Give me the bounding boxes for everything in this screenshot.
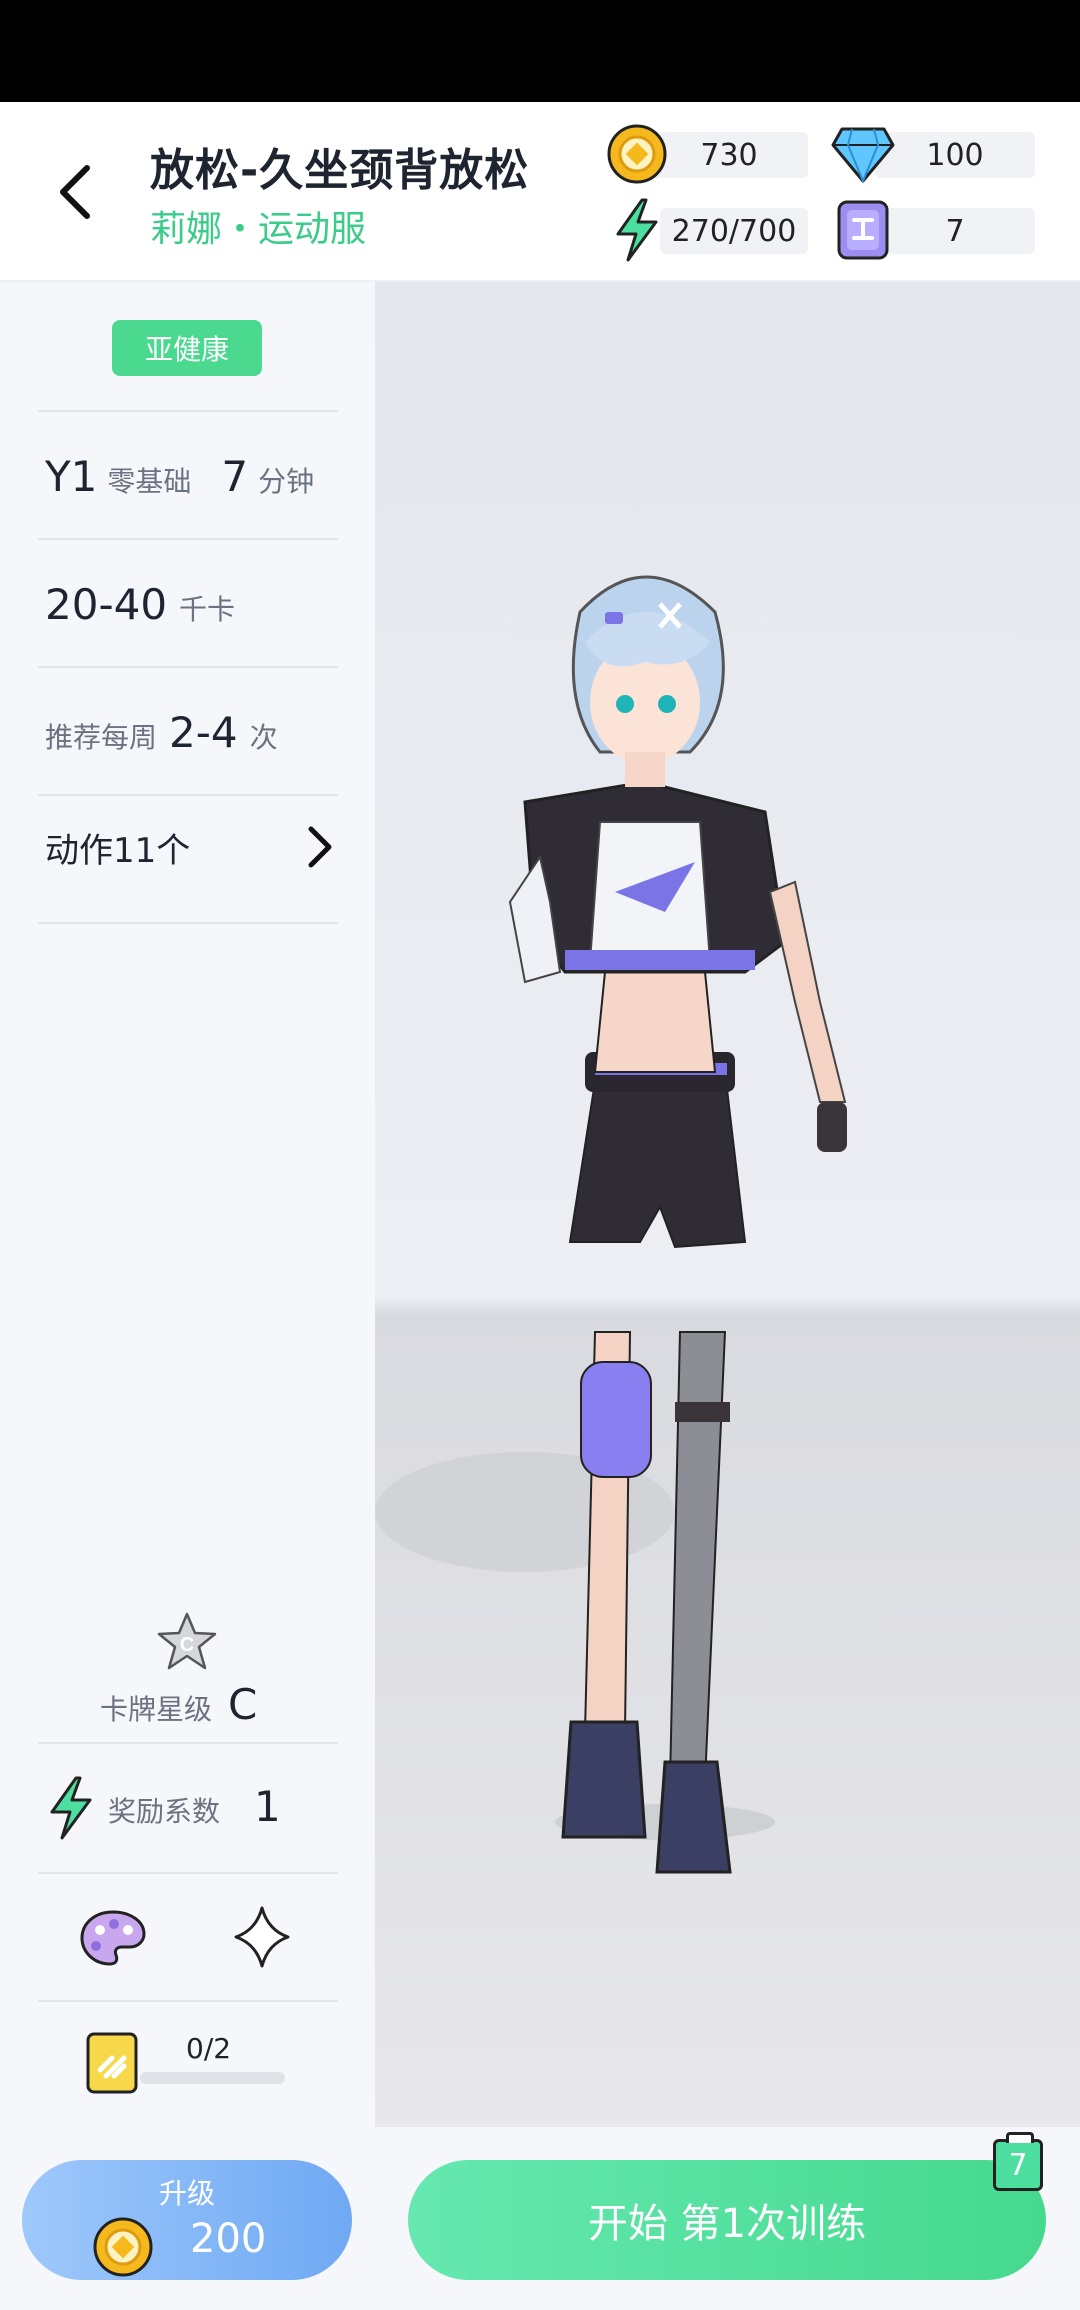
tickets-value: 7: [945, 213, 965, 249]
fragment-progress-text: 0/2: [186, 2032, 232, 2065]
weekly-unit: 次: [249, 721, 278, 754]
weekly-label: 推荐每周: [45, 721, 158, 754]
level-duration-row: Y1 零基础 7 分钟: [45, 452, 314, 501]
star-rank-badge-text: C: [180, 1634, 194, 1656]
bottom-action-bar: 升级 200 开始 第1次训练 7: [0, 2127, 1080, 2310]
coins-value: 730: [700, 137, 758, 173]
lightning-icon: [604, 197, 670, 263]
actions-label: 动作11个: [45, 830, 191, 871]
divider: [38, 666, 338, 668]
reward-label: 奖励系数: [108, 1795, 221, 1828]
duration-value: 7: [221, 452, 249, 501]
sidebar: 亚健康 Y1 零基础 7 分钟 20-40 千卡 推荐每周 2-4 次 动作11…: [0, 282, 375, 2127]
star-rank-icon: C: [157, 1612, 217, 1670]
header: 放松-久坐颈背放松 莉娜・运动服 730 100 270/700 7: [0, 102, 1080, 282]
coin-icon: [604, 121, 670, 187]
character-outfit-subtitle: 莉娜・运动服: [150, 209, 367, 250]
weekly-frequency-row: 推荐每周 2-4 次: [45, 708, 278, 757]
upgrade-button[interactable]: 升级 200: [22, 2160, 352, 2280]
character-illustration: [375, 575, 847, 1874]
health-status-badge: 亚健康: [112, 320, 262, 376]
start-training-button[interactable]: 开始 第1次训练: [408, 2160, 1046, 2280]
calories-row: 20-40 千卡: [45, 580, 235, 629]
fragment-progress-bar: [140, 2072, 285, 2084]
divider: [38, 538, 338, 540]
calories-value: 20-40: [45, 580, 168, 629]
clipboard-count-badge[interactable]: 7: [993, 2132, 1043, 2191]
divider: [38, 922, 338, 924]
energy-counter[interactable]: 270/700: [660, 208, 808, 254]
divider: [38, 2000, 338, 2002]
divider: [38, 410, 338, 412]
level-code: Y1: [45, 452, 98, 501]
duration-unit: 分钟: [258, 465, 315, 498]
reward-row: 奖励系数 1: [108, 1782, 281, 1831]
character-preview[interactable]: [375, 282, 1080, 2127]
calories-unit: 千卡: [179, 593, 236, 626]
level-desc: 零基础: [107, 465, 192, 498]
tickets-counter[interactable]: 7: [875, 208, 1035, 254]
energy-value: 270/700: [671, 213, 797, 249]
diamond-outline-icon[interactable]: [232, 1904, 292, 1970]
palette-icon[interactable]: [78, 1908, 148, 1968]
page-title: 放松-久坐颈背放松: [150, 145, 530, 196]
diamonds-counter[interactable]: 100: [875, 132, 1035, 178]
divider: [38, 1742, 338, 1744]
reward-value: 1: [254, 1782, 281, 1831]
start-training-label: 开始 第1次训练: [587, 2201, 867, 2247]
fragment-card-icon: [86, 2032, 138, 2094]
weekly-value: 2-4: [169, 708, 238, 757]
chevron-right-icon: [308, 826, 332, 868]
ticket-icon: [830, 197, 896, 263]
divider: [38, 1872, 338, 1874]
diamond-icon: [830, 121, 896, 187]
actions-list-link[interactable]: 动作11个: [45, 817, 335, 877]
coins-counter[interactable]: 730: [650, 132, 808, 178]
chevron-left-icon: [60, 165, 90, 219]
coin-icon: [93, 2217, 153, 2277]
card-star-value: C: [228, 1680, 258, 1729]
card-star-row: 卡牌星级 C: [100, 1680, 257, 1729]
status-bar: [0, 0, 1080, 102]
divider: [38, 794, 338, 796]
back-button[interactable]: [40, 152, 110, 232]
upgrade-label: 升级: [158, 2177, 215, 2210]
lightning-icon: [50, 1776, 92, 1840]
diamonds-value: 100: [926, 137, 984, 173]
upgrade-cost: 200: [190, 2216, 267, 2262]
card-star-label: 卡牌星级: [100, 1693, 213, 1726]
